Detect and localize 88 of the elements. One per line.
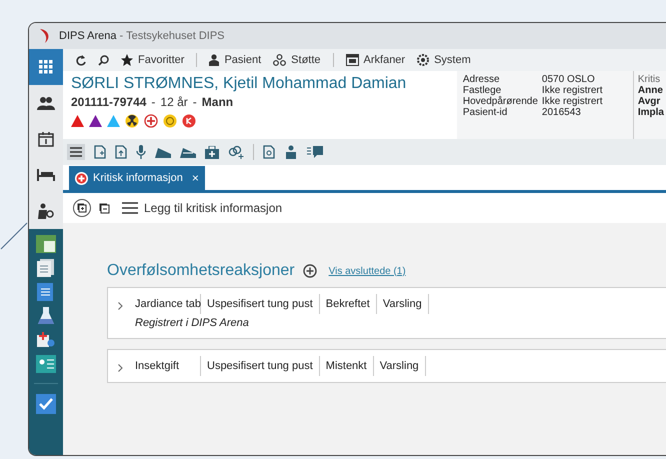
- patient-sex: Mann: [202, 94, 234, 110]
- info-label: Adresse: [462, 74, 501, 85]
- critical-info-text: Impla: [638, 107, 664, 118]
- add-circle-icon: [302, 264, 317, 278]
- add-document-icon: [94, 145, 106, 159]
- table-cell: Uspesifisert tung pust: [201, 294, 320, 314]
- expand-button[interactable]: [118, 364, 123, 372]
- medical-cross-icon: [75, 172, 88, 184]
- menu-item[interactable]: Støtte: [273, 52, 321, 68]
- patient-name: SØRLI STRØMNES, Kjetil Mohammad Damian: [71, 74, 408, 94]
- warning-triangle-icon: [107, 115, 120, 127]
- refresh-icon: [75, 54, 86, 66]
- close-icon[interactable]: ×: [192, 169, 199, 187]
- critical-info-text: Anne: [638, 85, 664, 96]
- person-icon: [209, 54, 220, 66]
- calendar-icon: [38, 131, 54, 147]
- link-add-icon: [228, 145, 244, 159]
- microphone-icon: [136, 145, 146, 159]
- clinic-icon: [37, 331, 55, 349]
- add-critical-info-button[interactable]: Legg til kritisk informasjon: [122, 199, 282, 217]
- table-cell: Bekreftet: [320, 294, 377, 314]
- show-closed-link[interactable]: Vis avsluttede (1): [328, 264, 406, 278]
- grid-icon: [39, 60, 53, 74]
- window-icon: [346, 54, 359, 66]
- upload-document-icon: [115, 145, 127, 159]
- collapse-all-button[interactable]: [99, 202, 110, 214]
- patient-id: 201111-79744: [71, 94, 146, 110]
- bed-icon: [37, 169, 55, 181]
- table-cell: Varsling: [374, 356, 426, 376]
- expand-all-button[interactable]: [73, 199, 91, 217]
- info-value: 0570 OSLO: [542, 74, 596, 85]
- critical-info-text: Avgr: [638, 96, 662, 107]
- search-button[interactable]: [98, 54, 109, 66]
- menu-icon: [70, 147, 82, 157]
- registration-note: Registrert i DIPS Arena: [135, 316, 250, 331]
- expand-button[interactable]: [118, 302, 123, 310]
- person-search-icon: [37, 203, 55, 219]
- menu-item[interactable]: System: [417, 52, 471, 68]
- medical-cross-icon: [144, 114, 158, 128]
- table-cell: Insektgift: [135, 356, 201, 376]
- document-stack-icon: [37, 259, 55, 277]
- medical-kit-icon: [205, 146, 219, 158]
- add-button[interactable]: [302, 264, 317, 278]
- chevron-right-icon: [118, 302, 123, 310]
- separator-text: -: [192, 94, 197, 110]
- document-list-icon: [37, 283, 55, 301]
- chevron-right-icon: [118, 364, 123, 372]
- info-value: 2016543: [542, 107, 582, 118]
- refresh-button[interactable]: [75, 54, 86, 66]
- menu-item[interactable]: Pasient: [209, 52, 262, 68]
- radiation-icon: [125, 114, 139, 128]
- people-icon: [37, 96, 55, 110]
- table-cell: Jardiance tab: [135, 294, 201, 314]
- info-value: Ikke registrert: [542, 85, 604, 96]
- contact-list-icon: [36, 355, 56, 373]
- critical-info-text: Kritis: [638, 74, 662, 85]
- info-value: Ikke registrert: [542, 96, 604, 107]
- apps-button[interactable]: [29, 49, 63, 85]
- patient-age: 12 år: [160, 94, 188, 110]
- checklist-icon: [36, 235, 56, 253]
- warning-triangle-icon: [89, 115, 102, 127]
- menu-item[interactable]: Arkfaner: [346, 52, 406, 68]
- expand-all-icon: [77, 203, 87, 213]
- window-title: DIPS Arena - Testsykehuset DIPS: [59, 28, 225, 44]
- person-podium-icon: [284, 145, 298, 159]
- info-label: Hovedpårørende: [462, 96, 538, 107]
- menu-icon: [122, 202, 138, 214]
- tab[interactable]: Kritisk informasjon ×: [69, 166, 205, 190]
- checkbox-icon: [36, 394, 56, 414]
- table-cell: Uspesifisert tung pust: [201, 356, 320, 376]
- collapse-all-icon: [99, 202, 110, 214]
- info-label: Pasient-id: [462, 107, 508, 118]
- section-heading: Overfølsomhetsreaksjoner: [107, 261, 295, 281]
- menu-item[interactable]: Favoritter: [121, 52, 184, 68]
- alert-badge-icon: [163, 114, 177, 128]
- network-icon: [273, 54, 286, 66]
- star-icon: [121, 54, 133, 66]
- menu-button[interactable]: [67, 144, 85, 160]
- separator-text: -: [151, 94, 156, 110]
- comment-list-icon: [307, 146, 323, 158]
- info-label: Fastlege: [462, 85, 502, 96]
- table-cell: Mistenkt: [320, 356, 374, 376]
- search-icon: [98, 54, 109, 66]
- warning-triangle-icon: [71, 115, 84, 127]
- gear-icon: [417, 54, 430, 66]
- flask-icon: [38, 307, 54, 325]
- alert-badge-icon: [182, 114, 196, 128]
- table-cell: Varsling: [376, 294, 429, 314]
